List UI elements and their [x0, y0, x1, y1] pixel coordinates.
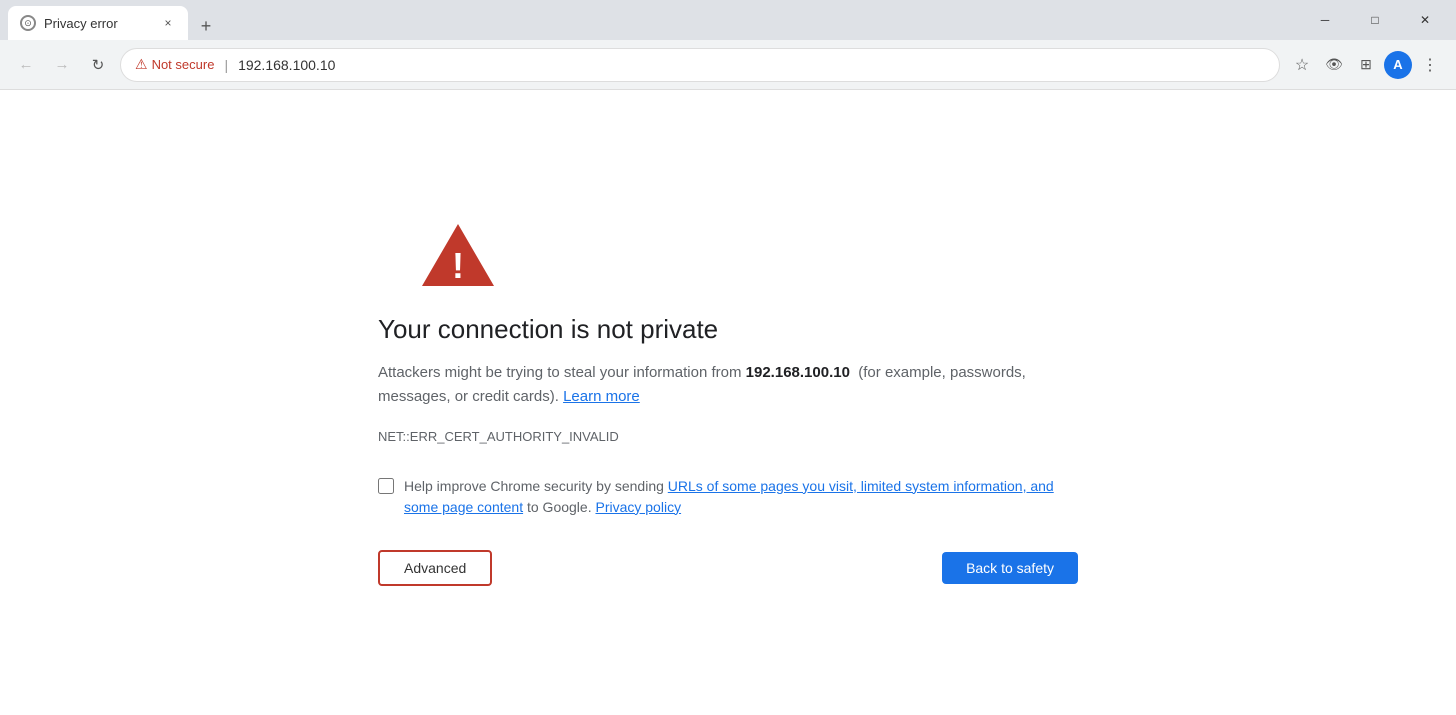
reload-button[interactable]: ↻: [84, 51, 112, 79]
error-title: Your connection is not private: [378, 314, 718, 345]
error-code: NET::ERR_CERT_AUTHORITY_INVALID: [378, 429, 619, 444]
description-before-text: Attackers might be trying to steal your …: [378, 364, 746, 381]
not-secure-label: Not secure: [152, 57, 215, 72]
titlebar: ⊙ Privacy error × + ─ □ ✕: [0, 0, 1456, 40]
toolbar-icons: ☆ 👁 ⊞ A ⋮: [1288, 51, 1444, 79]
page-content: ! Your connection is not private Attacke…: [0, 90, 1456, 715]
active-tab[interactable]: ⊙ Privacy error ×: [8, 6, 188, 40]
error-container: ! Your connection is not private Attacke…: [378, 220, 1078, 586]
address-bar: ← → ↻ ⚠ Not secure | 192.168.100.10 ☆ 👁 …: [0, 40, 1456, 90]
warning-triangle-icon: !: [418, 220, 498, 290]
tab-bar: ⊙ Privacy error × +: [8, 0, 1298, 40]
office-icon[interactable]: ⊞: [1352, 51, 1380, 79]
warning-icon: ⚠: [135, 56, 148, 73]
checkbox-section: Help improve Chrome security by sending …: [378, 476, 1078, 518]
advanced-button[interactable]: Advanced: [378, 550, 492, 586]
tab-close-button[interactable]: ×: [160, 15, 176, 31]
url-text: 192.168.100.10: [238, 57, 335, 73]
learn-more-link[interactable]: Learn more: [563, 388, 640, 405]
bookmark-star-icon[interactable]: ☆: [1288, 51, 1316, 79]
extension-eye-icon[interactable]: 👁: [1320, 51, 1348, 79]
back-to-safety-button[interactable]: Back to safety: [942, 552, 1078, 584]
privacy-policy-link[interactable]: Privacy policy: [595, 499, 681, 515]
error-description: Attackers might be trying to steal your …: [378, 361, 1078, 409]
checkbox-label: Help improve Chrome security by sending …: [404, 476, 1078, 518]
forward-button[interactable]: →: [48, 51, 76, 79]
checkbox-before-text: Help improve Chrome security by sending: [404, 478, 668, 494]
back-button[interactable]: ←: [12, 51, 40, 79]
url-separator: |: [224, 57, 228, 73]
avatar[interactable]: A: [1384, 51, 1412, 79]
not-secure-indicator: ⚠ Not secure: [135, 56, 214, 73]
button-row: Advanced Back to safety: [378, 550, 1078, 586]
checkbox-after-text: to Google.: [523, 499, 595, 515]
url-bar[interactable]: ⚠ Not secure | 192.168.100.10: [120, 48, 1280, 82]
privacy-checkbox[interactable]: [378, 478, 394, 494]
minimize-button[interactable]: ─: [1302, 4, 1348, 36]
domain-name: 192.168.100.10: [746, 364, 850, 381]
svg-text:!: !: [452, 245, 464, 286]
window-controls: ─ □ ✕: [1302, 4, 1448, 36]
tab-favicon-icon: ⊙: [20, 15, 36, 31]
menu-icon[interactable]: ⋮: [1416, 51, 1444, 79]
close-button[interactable]: ✕: [1402, 4, 1448, 36]
maximize-button[interactable]: □: [1352, 4, 1398, 36]
tab-title: Privacy error: [44, 16, 152, 31]
new-tab-button[interactable]: +: [192, 12, 220, 40]
